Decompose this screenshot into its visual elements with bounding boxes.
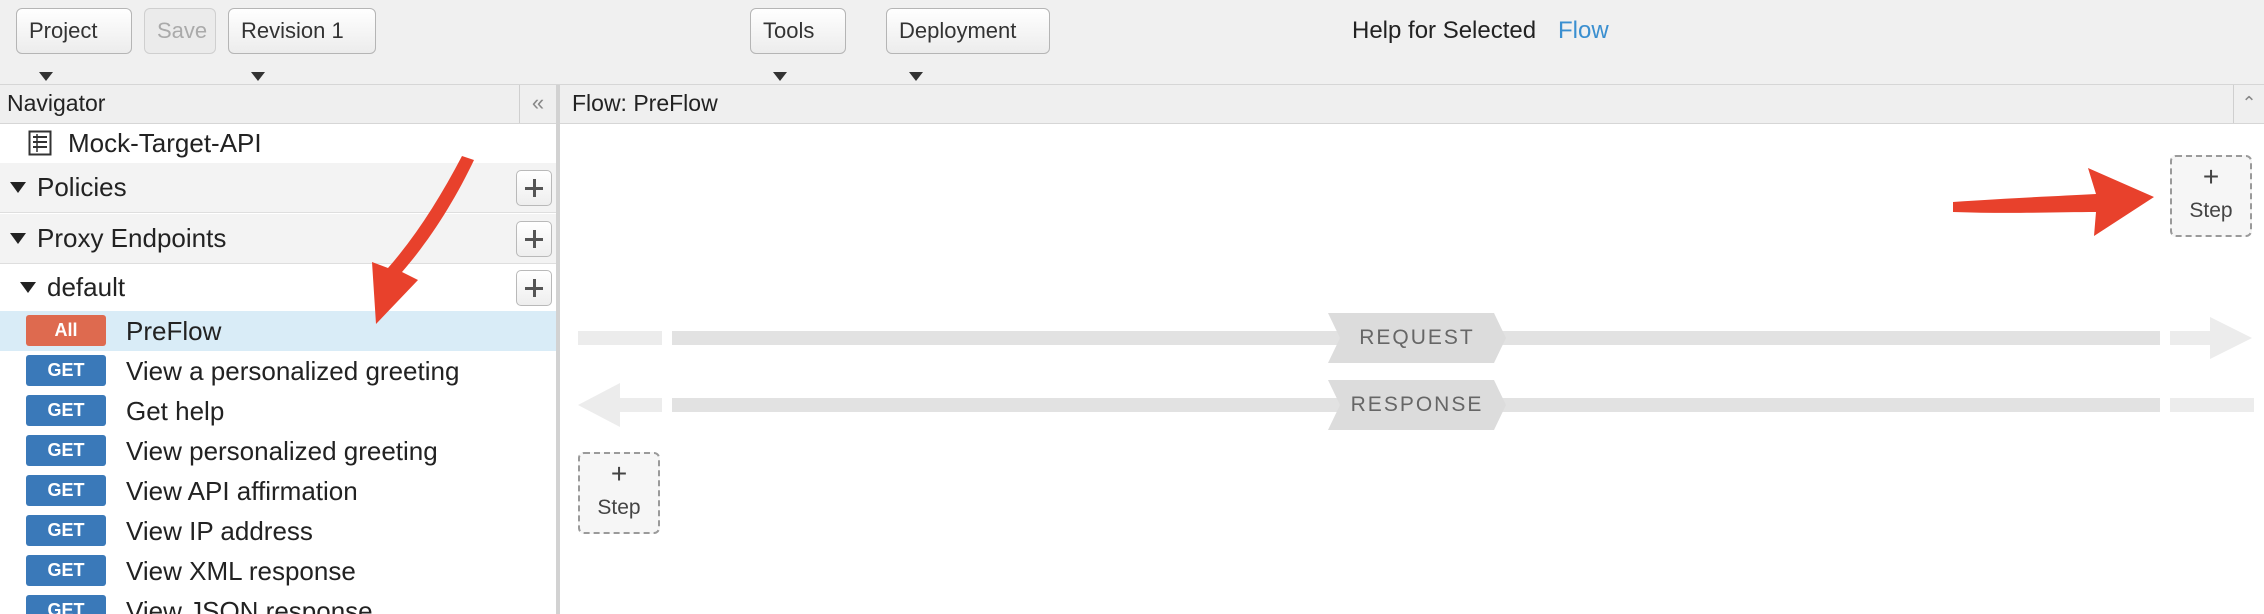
- tools-menu-button[interactable]: Tools: [750, 8, 846, 81]
- flow-item-label: View JSON response: [126, 596, 373, 614]
- save-label: Save: [157, 18, 208, 43]
- method-badge: GET: [26, 435, 106, 466]
- flow-item-label: PreFlow: [126, 316, 222, 346]
- save-button[interactable]: Save: [144, 8, 216, 54]
- help-flow-link[interactable]: Flow: [1558, 17, 1609, 45]
- project-menu-button[interactable]: Project: [16, 8, 132, 81]
- flow-item-label: Get help: [126, 396, 225, 426]
- response-arrow-icon: [578, 383, 662, 427]
- document-list-icon: [28, 130, 52, 156]
- policies-section[interactable]: Policies: [0, 163, 556, 213]
- caret-down-icon: [251, 71, 265, 81]
- add-response-step-button[interactable]: + Step: [578, 452, 660, 534]
- tools-label: Tools: [763, 18, 815, 43]
- plus-icon: +: [610, 458, 628, 489]
- request-arrow-icon: [2170, 317, 2252, 359]
- flow-item-label: View personalized greeting: [126, 436, 438, 466]
- flow-item[interactable]: GET View XML response: [0, 551, 556, 591]
- caret-down-icon: [773, 71, 787, 81]
- add-policy-button[interactable]: [516, 170, 552, 206]
- response-lane-segment: [2170, 398, 2254, 412]
- default-endpoint-label: default: [47, 272, 126, 302]
- method-badge: GET: [26, 475, 106, 506]
- navigator-title: Navigator: [7, 90, 106, 116]
- collapse-navigator-button[interactable]: «: [519, 85, 556, 123]
- toolbar: Project Save Revision 1 Tools Deployment…: [0, 0, 2264, 85]
- method-badge: GET: [26, 515, 106, 546]
- navigator-panel: Navigator « Mock-Target-API Policies Pro…: [0, 85, 560, 614]
- api-proxy-label: Mock-Target-API: [68, 128, 262, 158]
- revision-label: Revision 1: [241, 18, 344, 43]
- flow-item[interactable]: GET View API affirmation: [0, 471, 556, 511]
- response-label: RESPONSE: [1350, 393, 1484, 416]
- triangle-down-icon: [10, 233, 26, 244]
- flow-item-preflow[interactable]: All PreFlow: [0, 311, 556, 351]
- step-label: Step: [2189, 199, 2233, 222]
- api-proxy-item[interactable]: Mock-Target-API: [0, 124, 556, 162]
- deployment-label: Deployment: [899, 18, 1017, 43]
- step-label: Step: [597, 496, 641, 519]
- revision-menu-button[interactable]: Revision 1: [228, 8, 376, 81]
- plus-icon: +: [2202, 161, 2220, 192]
- navigator-header: Navigator «: [0, 85, 556, 124]
- default-endpoint-item[interactable]: default: [0, 265, 556, 311]
- request-label: REQUEST: [1359, 326, 1475, 349]
- method-badge: GET: [26, 555, 106, 586]
- method-badge: GET: [26, 595, 106, 614]
- flow-item-label: View a personalized greeting: [126, 356, 460, 386]
- flow-item-label: View API affirmation: [126, 476, 358, 506]
- flow-item[interactable]: GET Get help: [0, 391, 556, 431]
- flow-editor-panel: Flow: PreFlow ⌃ REQUEST RESPONSE + Step …: [560, 85, 2264, 614]
- add-proxy-endpoint-button[interactable]: [516, 221, 552, 257]
- caret-down-icon: [909, 71, 923, 81]
- request-lane-segment: [578, 331, 662, 345]
- proxy-endpoints-label: Proxy Endpoints: [37, 223, 227, 253]
- flow-item-label: View XML response: [126, 556, 356, 586]
- add-request-step-button[interactable]: + Step: [2170, 155, 2252, 237]
- method-badge: GET: [26, 355, 106, 386]
- help-for-selected-text: Help for Selected: [1352, 17, 1537, 44]
- deployment-menu-button[interactable]: Deployment: [886, 8, 1050, 81]
- project-menu-label: Project: [29, 18, 98, 43]
- proxy-endpoints-section[interactable]: Proxy Endpoints: [0, 214, 556, 264]
- method-badge: All: [26, 315, 106, 346]
- triangle-down-icon: [20, 282, 36, 293]
- add-flow-button[interactable]: [516, 270, 552, 306]
- flow-item[interactable]: GET View a personalized greeting: [0, 351, 556, 391]
- policies-label: Policies: [37, 172, 127, 202]
- method-badge: GET: [26, 395, 106, 426]
- flow-item[interactable]: GET View JSON response: [0, 591, 556, 614]
- flow-item-label: View IP address: [126, 516, 313, 546]
- flow-item[interactable]: GET View personalized greeting: [0, 431, 556, 471]
- flow-item[interactable]: GET View IP address: [0, 511, 556, 551]
- caret-down-icon: [39, 71, 53, 81]
- triangle-down-icon: [10, 182, 26, 193]
